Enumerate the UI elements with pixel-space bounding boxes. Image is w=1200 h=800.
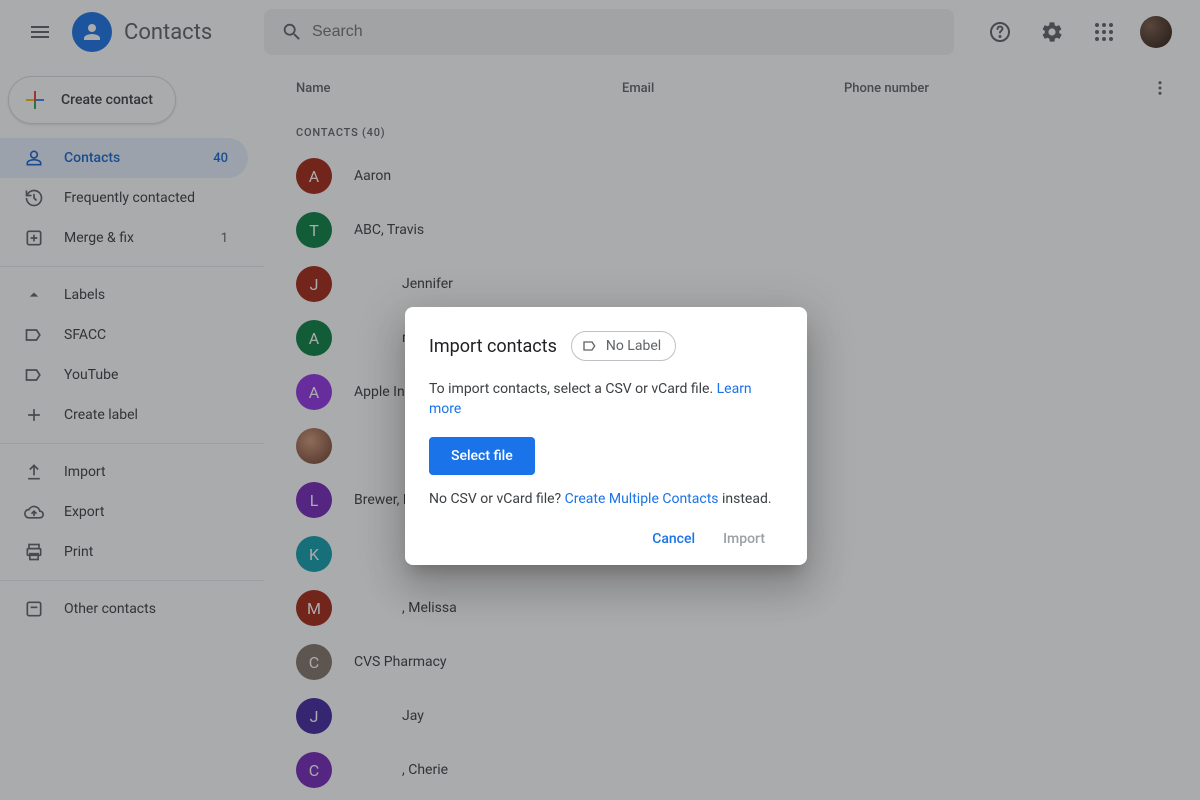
- label-chip-text: No Label: [606, 338, 661, 354]
- import-button[interactable]: Import: [723, 531, 765, 547]
- select-file-button[interactable]: Select file: [429, 437, 535, 475]
- label-icon: [582, 338, 598, 354]
- label-chip[interactable]: No Label: [571, 331, 676, 361]
- dialog-nofile-pre: No CSV or vCard file?: [429, 491, 565, 507]
- dialog-nofile-post: instead.: [719, 491, 772, 507]
- cancel-button[interactable]: Cancel: [652, 531, 695, 547]
- import-dialog: Import contacts No Label To import conta…: [405, 307, 807, 565]
- dialog-title: Import contacts: [429, 336, 557, 357]
- create-multiple-link[interactable]: Create Multiple Contacts: [565, 491, 719, 507]
- dialog-instruction: To import contacts, select a CSV or vCar…: [429, 381, 717, 397]
